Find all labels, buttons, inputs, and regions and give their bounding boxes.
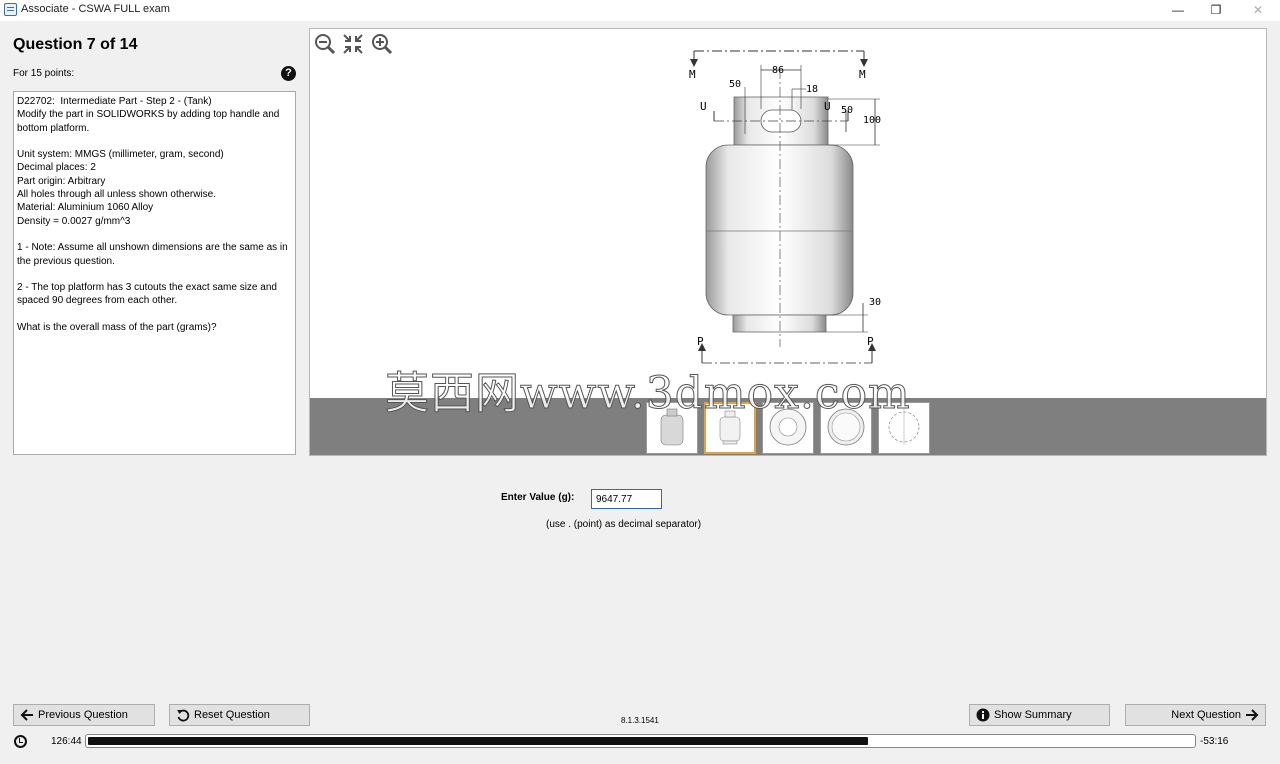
question-line: 1 - Note: Assume all unshown dimensions … (17, 242, 291, 267)
dimension-label: 50 (729, 79, 741, 90)
answer-label: Enter Value (g): (501, 492, 575, 503)
fit-icon[interactable] (342, 33, 364, 55)
arrow-left-icon (20, 708, 34, 722)
question-line: What is the overall mass of the part (gr… (17, 322, 217, 334)
section-label: P (867, 335, 874, 348)
question-line: Density = 0.0027 g/mm^3 (17, 215, 131, 227)
answer-hint: (use . (point) as decimal separator) (546, 519, 702, 530)
dimension-label: 30 (869, 297, 881, 308)
answer-input[interactable] (591, 489, 662, 509)
question-line: All holes through all unless shown other… (17, 189, 216, 201)
question-line: Material: Aluminium 1060 Alloy (17, 202, 154, 214)
question-line: D22702: Intermediate Part - Step 2 - (Ta… (17, 96, 212, 107)
time-elapsed: 126:44 (51, 736, 82, 747)
section-label: M (859, 68, 866, 81)
version-label: 8.1.3.1541 (621, 716, 659, 725)
question-line: 2 - The top platform has 3 cutouts the e… (17, 282, 280, 307)
dimension-label: 86 (772, 65, 784, 76)
question-line: Unit system: MMGS (millimeter, gram, sec… (17, 149, 224, 161)
window-title: Associate - CSWA FULL exam (21, 3, 170, 15)
image-viewer[interactable]: M M U U P P 86 50 18 50 100 30 莫西网www.3d… (309, 28, 1267, 456)
minimize-button[interactable]: — (1160, 0, 1196, 21)
zoom-out-icon[interactable] (314, 33, 336, 55)
previous-question-button[interactable]: Previous Question (13, 704, 155, 726)
clock-icon (14, 735, 27, 748)
watermark-text: 莫西网www.3dmox.com (385, 368, 911, 420)
info-icon (976, 708, 990, 722)
question-line: Part origin: Arbitrary (17, 175, 106, 187)
reset-question-label: Reset Question (194, 709, 270, 721)
app-icon (4, 3, 17, 16)
restore-button[interactable]: ❐ (1198, 0, 1234, 21)
dimension-label: 50 (841, 105, 853, 116)
section-label: U (824, 100, 831, 113)
show-summary-button[interactable]: Show Summary (969, 704, 1110, 726)
section-label: M (689, 68, 696, 81)
question-text-box[interactable]: D22702: Intermediate Part - Step 2 - (Ta… (13, 91, 296, 455)
title-bar: Associate - CSWA FULL exam — ❐ ✕ (0, 0, 1280, 21)
show-summary-label: Show Summary (994, 709, 1072, 721)
next-question-button[interactable]: Next Question (1125, 704, 1266, 726)
next-question-label: Next Question (1171, 709, 1241, 721)
section-label: U (700, 100, 707, 113)
time-remaining: -53:16 (1200, 736, 1229, 747)
section-label: P (697, 335, 704, 348)
help-icon[interactable]: ? (281, 66, 296, 81)
close-button[interactable]: ✕ (1240, 0, 1276, 21)
question-points: For 15 points: (13, 68, 75, 79)
question-line: Decimal places: 2 (17, 162, 96, 174)
reset-question-button[interactable]: Reset Question (169, 704, 310, 726)
question-line: Modify the part in SOLIDWORKS by adding … (17, 109, 283, 134)
dimension-label: 100 (863, 115, 881, 126)
zoom-toolbar (314, 33, 395, 55)
time-progress-bar (85, 734, 1196, 748)
arrow-right-icon (1245, 708, 1259, 722)
reset-icon (176, 708, 190, 722)
technical-drawing: M M U U P P 86 50 18 50 100 30 (689, 50, 881, 364)
time-progress-fill (88, 737, 868, 745)
zoom-in-icon[interactable] (371, 33, 393, 55)
question-title: Question 7 of 14 (13, 36, 138, 53)
previous-question-label: Previous Question (38, 709, 128, 721)
dimension-label: 18 (806, 84, 818, 95)
